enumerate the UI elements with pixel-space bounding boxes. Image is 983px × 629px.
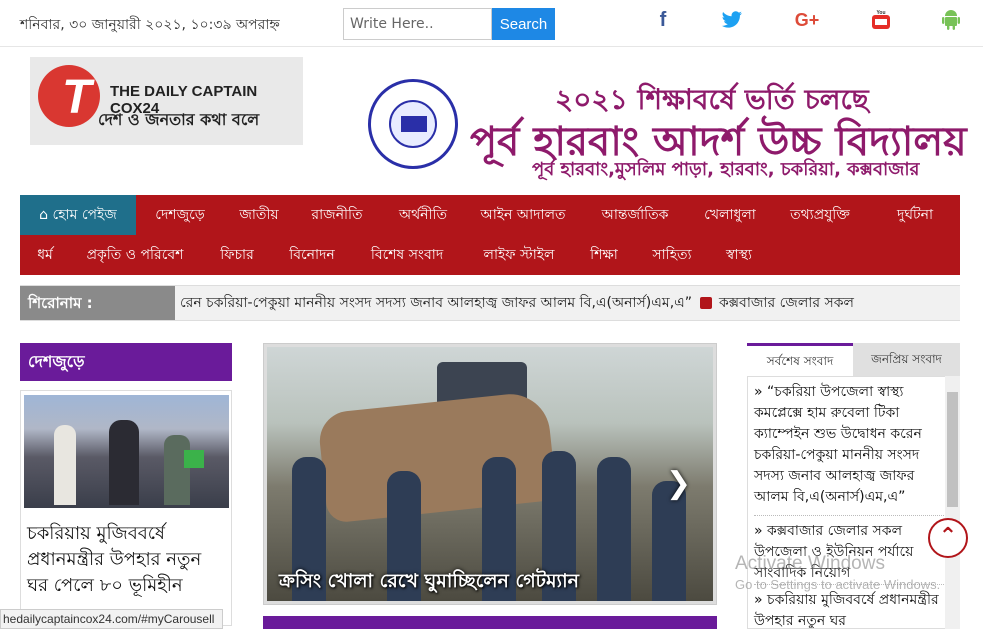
logo-emblem: T	[38, 65, 100, 127]
nav-item[interactable]: তথ্যপ্রযুক্তি	[770, 195, 870, 235]
site-logo[interactable]: T THE DAILY CAPTAIN COX24 দেশ ও জনতার কথ…	[30, 57, 303, 145]
windows-activation-watermark: Activate Windows Go to Settings to activ…	[735, 553, 940, 592]
news-ticker: শিরোনাম : রেন চকরিয়া-পেকুয়া মাননীয় সং…	[20, 285, 960, 321]
logo-letter: T	[62, 71, 92, 124]
featured-carousel[interactable]: ক্রসিং খোলা রেখে ঘুমাচ্ছিলেন গেটম্যান	[263, 343, 717, 605]
nav-item[interactable]: ধর্ম	[20, 235, 70, 275]
list-item[interactable]: » চকরিয়ায় মুজিববর্ষে প্রধানমন্ত্রীর উপ…	[754, 590, 944, 628]
facebook-icon[interactable]: f	[652, 6, 674, 34]
nav-item[interactable]: সাহিত্য	[634, 235, 710, 275]
carousel-image[interactable]: ক্রসিং খোলা রেখে ঘুমাচ্ছিলেন গেটম্যান	[267, 347, 713, 601]
photo-figure	[164, 435, 190, 505]
news-card[interactable]: চকরিয়ায় মুজিববর্ষে প্রধানমন্ত্রীর উপহা…	[20, 390, 232, 626]
home-icon: ⌂	[39, 207, 53, 223]
seal-inner	[389, 100, 437, 148]
twitter-icon[interactable]	[720, 6, 744, 34]
nav-item[interactable]: শিক্ষা	[574, 235, 634, 275]
news-card-title[interactable]: চকরিয়ায় মুজিববর্ষে প্রধানমন্ত্রীর উপহা…	[27, 521, 227, 599]
top-bar: শনিবার, ৩০ জানুয়ারী ২০২১, ১০:৩৯ অপরাহ্ন…	[0, 0, 983, 47]
search-button[interactable]: Search	[492, 8, 555, 40]
search-input[interactable]	[343, 8, 492, 40]
status-bar-url: hedailycaptaincox24.com/#myCarousell	[0, 609, 224, 629]
svg-text:You: You	[876, 10, 885, 16]
nav-item[interactable]: রাজনীতি	[294, 195, 380, 235]
news-tabs: সর্বশেষ সংবাদ জনপ্রিয় সংবাদ	[747, 343, 960, 376]
chevron-up-icon: ⌃	[938, 524, 958, 549]
nav-item[interactable]: দেশজুড়ে	[136, 195, 224, 235]
bullet-square-icon	[699, 297, 712, 309]
ticker-text[interactable]: রেন চকরিয়া-পেকুয়া মাননীয় সংসদ সদস্য জ…	[180, 286, 958, 320]
nav-item[interactable]: আন্তর্জাতিক	[580, 195, 690, 235]
main-nav: ⌂ হোম পেইজ দেশজুড়ে জাতীয় রাজনীতি অর্থন…	[20, 195, 960, 275]
photo-gift	[184, 450, 204, 468]
android-icon[interactable]	[940, 6, 962, 34]
watermark-title: Activate Windows	[735, 553, 885, 574]
section-heading-bar	[263, 616, 717, 629]
carousel-next-icon[interactable]: ❯	[666, 466, 691, 501]
tab-popular[interactable]: জনপ্রিয় সংবাদ	[853, 343, 960, 376]
photo-wreck	[316, 390, 558, 524]
photo-person	[597, 457, 631, 601]
photo-figure	[54, 425, 76, 505]
nav-item[interactable]: অর্থনীতি	[380, 195, 466, 235]
nav-label: হোম পেইজ	[52, 207, 117, 223]
ticker-headline[interactable]: কক্সবাজার জেলার সকল	[719, 295, 854, 311]
nav-item[interactable]: জাতীয়	[224, 195, 294, 235]
nav-home[interactable]: ⌂ হোম পেইজ	[20, 195, 136, 235]
current-date: শনিবার, ৩০ জানুয়ারী ২০২১, ১০:৩৯ অপরাহ্ন	[20, 17, 280, 33]
nav-item[interactable]: প্রকৃতি ও পরিবেশ	[70, 235, 200, 275]
carousel-caption[interactable]: ক্রসিং খোলা রেখে ঘুমাচ্ছিলেন গেটম্যান	[279, 567, 579, 599]
ad-address: পূর্ব হারবাং,মুসলিম পাড়া, হারবাং, চকরিয…	[532, 159, 920, 180]
section-heading-countrywide[interactable]: দেশজুড়ে	[20, 343, 232, 381]
google-plus-icon[interactable]: G+	[792, 6, 822, 34]
nav-item[interactable]: ফিচার	[200, 235, 274, 275]
nav-item[interactable]: আইন আদালত	[466, 195, 580, 235]
youtube-icon[interactable]: You	[870, 6, 892, 34]
photo-figure	[109, 420, 139, 505]
scrollbar-thumb[interactable]	[947, 392, 958, 507]
nav-item[interactable]: খেলাধুলা	[690, 195, 770, 235]
news-card-image[interactable]	[24, 395, 229, 508]
nav-item[interactable]: স্বাস্থ্য	[710, 235, 768, 275]
divider	[754, 515, 944, 516]
school-seal-image	[368, 79, 458, 169]
nav-item[interactable]: লাইফ স্টাইল	[464, 235, 574, 275]
nav-item[interactable]: দুর্ঘটনা	[870, 195, 960, 235]
back-to-top-button[interactable]: ⌃	[928, 518, 968, 558]
watermark-subtitle: Go to Settings to activate Windows.	[735, 577, 941, 592]
nav-item[interactable]: বিনোদন	[274, 235, 350, 275]
list-item[interactable]: » “চকরিয়া উপজেলা স্বাস্থ্য কমপ্লেক্সে হ…	[754, 382, 944, 508]
ticker-headline[interactable]: রেন চকরিয়া-পেকুয়া মাননীয় সংসদ সদস্য জ…	[180, 295, 692, 311]
book-icon	[401, 116, 427, 132]
ticker-label: শিরোনাম :	[20, 286, 175, 320]
nav-item[interactable]: বিশেষ সংবাদ	[350, 235, 464, 275]
logo-tagline: দেশ ও জনতার কথা বলে	[98, 110, 260, 129]
tab-latest[interactable]: সর্বশেষ সংবাদ	[747, 343, 853, 376]
